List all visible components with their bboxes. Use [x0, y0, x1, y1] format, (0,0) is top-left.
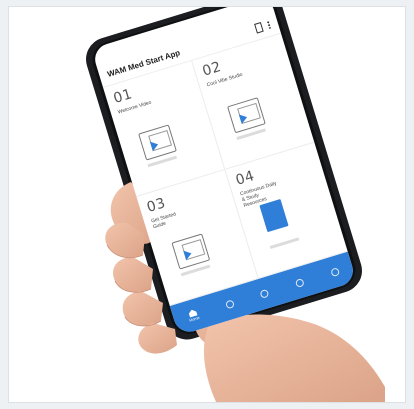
- more-vert-icon[interactable]: [266, 20, 272, 29]
- play-icon: [149, 139, 160, 152]
- wrist: [204, 314, 385, 402]
- profile-icon: [294, 278, 305, 288]
- video-icon: [171, 233, 211, 270]
- more-icon: [329, 267, 340, 278]
- device-icon[interactable]: [254, 21, 264, 34]
- video-icon: [227, 97, 266, 134]
- scene: WAM Med Start App 01 Welcome Video 02 Co…: [9, 7, 405, 402]
- nav-profile[interactable]: [294, 278, 305, 288]
- left-finger-3: [122, 291, 163, 326]
- play-icon: [238, 112, 249, 125]
- header-actions: [254, 20, 272, 34]
- document-icon: [259, 198, 289, 233]
- video-icon: [138, 124, 177, 161]
- nav-calendar[interactable]: [224, 299, 235, 310]
- search-icon: [259, 288, 270, 299]
- play-icon: [183, 248, 193, 261]
- nav-more[interactable]: [329, 267, 340, 278]
- calendar-icon: [224, 299, 235, 310]
- nav-home[interactable]: Home: [186, 308, 200, 323]
- nav-search[interactable]: [259, 288, 270, 299]
- card-caption: [269, 237, 300, 250]
- image-frame: WAM Med Start App 01 Welcome Video 02 Co…: [8, 6, 406, 403]
